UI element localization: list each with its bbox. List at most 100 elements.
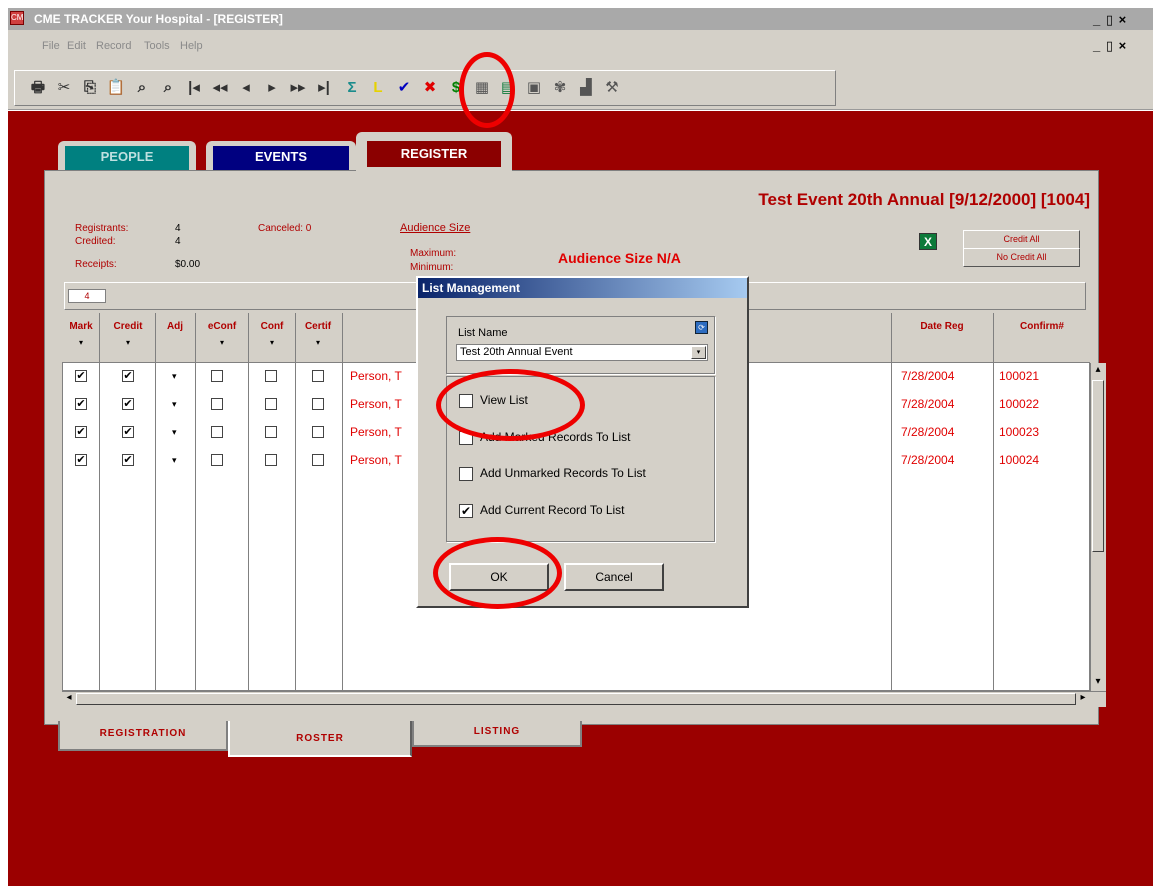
print-icon[interactable]: 🖶: [28, 78, 48, 98]
card-icon[interactable]: ▣: [524, 78, 544, 98]
mark-checkbox[interactable]: ✔: [75, 398, 87, 410]
credit-checkbox[interactable]: ✔: [122, 370, 134, 382]
econf-checkbox[interactable]: [211, 454, 223, 466]
tab-listing[interactable]: LISTING: [412, 721, 582, 747]
scroll-right-icon[interactable]: ▸: [1076, 692, 1090, 703]
certif-checkbox[interactable]: [312, 398, 324, 410]
tab-events[interactable]: EVENTS: [206, 141, 356, 171]
cancel-button[interactable]: Cancel: [564, 563, 664, 591]
scroll-down-icon[interactable]: ▾: [1091, 676, 1105, 687]
receipts-label: Receipts:: [75, 259, 117, 270]
row-confirm: 100024: [999, 453, 1040, 467]
adj-dropdown-icon[interactable]: ▾: [172, 455, 177, 466]
conf-filter-arrow[interactable]: ▾: [252, 338, 292, 347]
tab-people[interactable]: PEOPLE: [58, 141, 196, 171]
econf-checkbox[interactable]: [211, 398, 223, 410]
column-header-conf[interactable]: Conf: [252, 321, 292, 332]
tree-icon[interactable]: ✾: [550, 78, 570, 98]
econf-filter-arrow[interactable]: ▾: [199, 338, 245, 347]
list-management-icon[interactable]: L: [368, 78, 388, 98]
no-credit-all-button[interactable]: No Credit All: [963, 248, 1080, 267]
certif-filter-arrow[interactable]: ▾: [298, 338, 338, 347]
excel-export-icon[interactable]: X: [919, 233, 937, 250]
tab-registration[interactable]: REGISTRATION: [58, 721, 228, 751]
credit-all-button[interactable]: Credit All: [963, 230, 1080, 249]
tab-roster[interactable]: ROSTER: [228, 721, 412, 757]
conf-checkbox[interactable]: [265, 426, 277, 438]
mark-filter-arrow[interactable]: ▾: [66, 338, 96, 347]
row-name[interactable]: Person, T: [350, 425, 402, 439]
column-header-credit[interactable]: Credit: [106, 321, 150, 332]
paste-icon[interactable]: 📋: [106, 78, 126, 98]
scroll-left-icon[interactable]: ◂: [62, 692, 76, 703]
conf-checkbox[interactable]: [265, 370, 277, 382]
tools-icon[interactable]: ⚒: [602, 78, 622, 98]
last-record-icon[interactable]: ▸|: [314, 78, 334, 98]
audience-size-link[interactable]: Audience Size: [400, 222, 470, 234]
add-unmarked-records-label[interactable]: Add Unmarked Records To List: [480, 466, 646, 480]
scroll-up-icon[interactable]: ▴: [1091, 364, 1105, 375]
menu-edit[interactable]: Edit: [67, 40, 86, 52]
menu-tools[interactable]: Tools: [144, 40, 170, 52]
column-header-adj[interactable]: Adj: [160, 321, 190, 332]
menu-record[interactable]: Record: [96, 40, 131, 52]
mark-checkbox[interactable]: ✔: [75, 454, 87, 466]
check-icon[interactable]: ✔: [394, 78, 414, 98]
column-header-confirm[interactable]: Confirm#: [1000, 321, 1084, 332]
column-header-econf[interactable]: eConf: [199, 321, 245, 332]
econf-checkbox[interactable]: [211, 426, 223, 438]
column-divider: [155, 313, 156, 691]
rewind-icon[interactable]: ◂◂: [210, 78, 230, 98]
vertical-scroll-thumb[interactable]: [1092, 380, 1104, 552]
registrants-value: 4: [175, 223, 181, 234]
chevron-down-icon[interactable]: ▾: [691, 346, 706, 359]
fast-forward-icon[interactable]: ▸▸: [288, 78, 308, 98]
adj-dropdown-icon[interactable]: ▾: [172, 399, 177, 410]
adj-dropdown-icon[interactable]: ▾: [172, 371, 177, 382]
adj-dropdown-icon[interactable]: ▾: [172, 427, 177, 438]
credited-label: Credited:: [75, 236, 116, 247]
row-name[interactable]: Person, T: [350, 369, 402, 383]
menu-file[interactable]: File: [42, 40, 60, 52]
credit-checkbox[interactable]: ✔: [122, 426, 134, 438]
column-header-mark[interactable]: Mark: [66, 321, 96, 332]
add-current-record-checkbox[interactable]: ✔: [459, 504, 473, 518]
econf-checkbox[interactable]: [211, 370, 223, 382]
column-header-date-reg[interactable]: Date Reg: [906, 321, 978, 332]
previous-icon[interactable]: ◂: [236, 78, 256, 98]
first-record-icon[interactable]: |◂: [184, 78, 204, 98]
row-date: 7/28/2004: [901, 397, 955, 411]
row-name[interactable]: Person, T: [350, 453, 402, 467]
list-name-select[interactable]: Test 20th Annual Event: [456, 344, 708, 361]
sigma-icon[interactable]: Σ: [342, 78, 362, 98]
add-unmarked-records-checkbox[interactable]: [459, 467, 473, 481]
cut-icon[interactable]: ✂: [54, 78, 74, 98]
conf-checkbox[interactable]: [265, 398, 277, 410]
find-next-icon[interactable]: ⌕: [158, 78, 178, 98]
row-name[interactable]: Person, T: [350, 397, 402, 411]
app-icon: CM: [10, 11, 24, 25]
conf-checkbox[interactable]: [265, 454, 277, 466]
certif-checkbox[interactable]: [312, 426, 324, 438]
delete-icon[interactable]: ✖: [420, 78, 440, 98]
credit-checkbox[interactable]: ✔: [122, 454, 134, 466]
chart-icon[interactable]: ▟: [576, 78, 596, 98]
document-window-controls[interactable]: _ ▯ ×: [1093, 38, 1127, 54]
certif-checkbox[interactable]: [312, 370, 324, 382]
registrants-label: Registrants:: [75, 223, 129, 234]
menu-help[interactable]: Help: [180, 40, 203, 52]
window-controls[interactable]: _ ▯ ×: [1093, 12, 1127, 28]
credit-checkbox[interactable]: ✔: [122, 398, 134, 410]
add-current-record-label[interactable]: Add Current Record To List: [480, 503, 625, 517]
next-icon[interactable]: ▸: [262, 78, 282, 98]
credit-filter-arrow[interactable]: ▾: [106, 338, 150, 347]
certif-checkbox[interactable]: [312, 454, 324, 466]
find-icon[interactable]: ⌕: [132, 78, 152, 98]
column-header-certif[interactable]: Certif: [298, 321, 338, 332]
mark-checkbox[interactable]: ✔: [75, 426, 87, 438]
horizontal-scroll-thumb[interactable]: [76, 693, 1076, 705]
tab-register[interactable]: REGISTER: [356, 132, 512, 178]
mark-checkbox[interactable]: ✔: [75, 370, 87, 382]
copy-icon[interactable]: ⎘: [80, 78, 100, 98]
refresh-icon[interactable]: ⟳: [695, 321, 708, 334]
